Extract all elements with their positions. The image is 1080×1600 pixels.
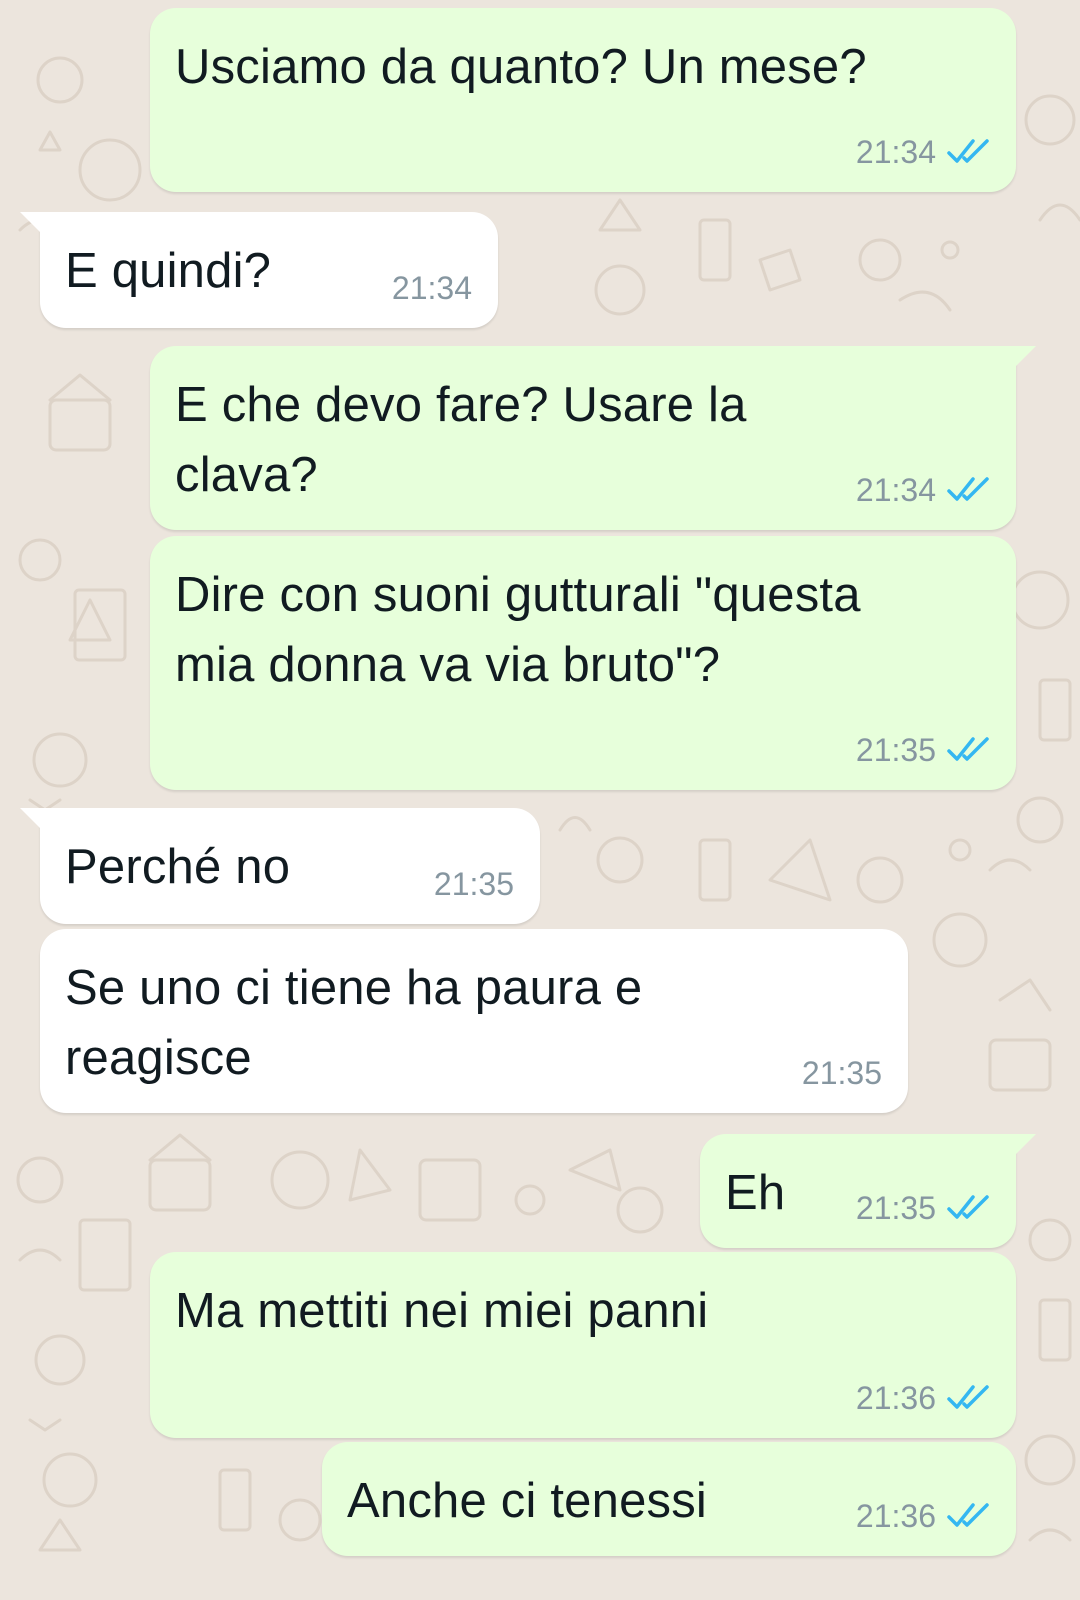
message-timestamp: 21:34	[391, 269, 472, 306]
message-text: E quindi?	[65, 236, 271, 306]
message-text: Usciamo da quanto? Un mese?	[175, 32, 867, 102]
message-bubble-incoming[interactable]: Se uno ci tiene ha paura e reagisce 21:3…	[40, 929, 908, 1113]
message-meta: 21:34	[856, 132, 992, 172]
message-text: Perché no	[65, 832, 290, 902]
message-timestamp: 21:35	[801, 1054, 882, 1091]
message-text: Anche ci tenessi	[347, 1466, 707, 1536]
message-text-line: Se uno ci tiene ha paura e	[65, 961, 643, 1015]
message-timestamp: 21:34	[855, 133, 936, 170]
message-meta: 21:35	[856, 730, 992, 770]
message-bubble-outgoing[interactable]: Ma mettiti nei miei panni 21:36	[150, 1252, 1016, 1438]
message-text: Eh	[725, 1158, 785, 1228]
bubble-tail	[1016, 346, 1036, 366]
message-meta: 21:35	[434, 864, 514, 904]
message-bubble-incoming[interactable]: E quindi? 21:34	[20, 212, 498, 328]
message-timestamp: 21:35	[855, 731, 936, 768]
message-meta: 21:35	[856, 1188, 992, 1228]
message-timestamp: 21:35	[433, 865, 514, 902]
message-text-line: Dire con suoni gutturali "questa	[175, 568, 861, 622]
bubble-tail	[20, 212, 40, 232]
double-check-read-icon	[947, 1503, 989, 1527]
message-meta: 21:36	[856, 1378, 992, 1418]
message-meta: 21:36	[856, 1496, 992, 1536]
message-text: E che devo fare? Usare la clava?	[175, 370, 747, 510]
bubble-tail	[1016, 1134, 1036, 1154]
message-text-line: E quindi?	[65, 244, 272, 298]
message-text-line: mia donna va via bruto"?	[175, 638, 721, 692]
message-text-line: Ma mettiti nei miei panni	[175, 1284, 709, 1338]
message-meta: 21:35	[802, 1053, 882, 1093]
message-meta: 21:34	[856, 470, 992, 510]
message-bubble-outgoing[interactable]: Eh 21:35	[700, 1134, 1036, 1248]
message-text-line: E che devo fare? Usare la	[175, 378, 747, 432]
message-text-line: clava?	[175, 448, 318, 502]
double-check-read-icon	[947, 737, 989, 761]
message-timestamp: 21:36	[855, 1497, 936, 1534]
message-bubble-outgoing[interactable]: Usciamo da quanto? Un mese? 21:34	[150, 8, 1016, 192]
message-timestamp: 21:35	[855, 1189, 936, 1226]
double-check-read-icon	[947, 1385, 989, 1409]
double-check-read-icon	[947, 139, 989, 163]
message-bubble-outgoing[interactable]: E che devo fare? Usare la clava? 21:34	[150, 346, 1036, 530]
message-timestamp: 21:34	[855, 471, 936, 508]
message-timestamp: 21:36	[855, 1379, 936, 1416]
message-text: Se uno ci tiene ha paura e reagisce	[65, 953, 642, 1093]
message-text: Dire con suoni gutturali "questa mia don…	[175, 560, 861, 700]
message-text: Ma mettiti nei miei panni	[175, 1276, 708, 1346]
message-text-line: reagisce	[65, 1031, 252, 1085]
message-text-line: Perché no	[65, 840, 291, 894]
bubble-tail	[20, 808, 40, 828]
message-text-line: Anche ci tenessi	[347, 1474, 708, 1528]
message-bubble-outgoing[interactable]: Anche ci tenessi 21:36	[322, 1442, 1016, 1556]
double-check-read-icon	[947, 1195, 989, 1219]
chat-message-list[interactable]: Usciamo da quanto? Un mese? 21:34 E quin…	[0, 0, 1080, 1600]
message-bubble-incoming[interactable]: Perché no 21:35	[20, 808, 540, 924]
message-text-line: Usciamo da quanto? Un mese?	[175, 40, 867, 94]
message-bubble-outgoing[interactable]: Dire con suoni gutturali "questa mia don…	[150, 536, 1016, 790]
message-meta: 21:34	[392, 268, 472, 308]
message-text-line: Eh	[725, 1166, 786, 1220]
double-check-read-icon	[947, 477, 989, 501]
